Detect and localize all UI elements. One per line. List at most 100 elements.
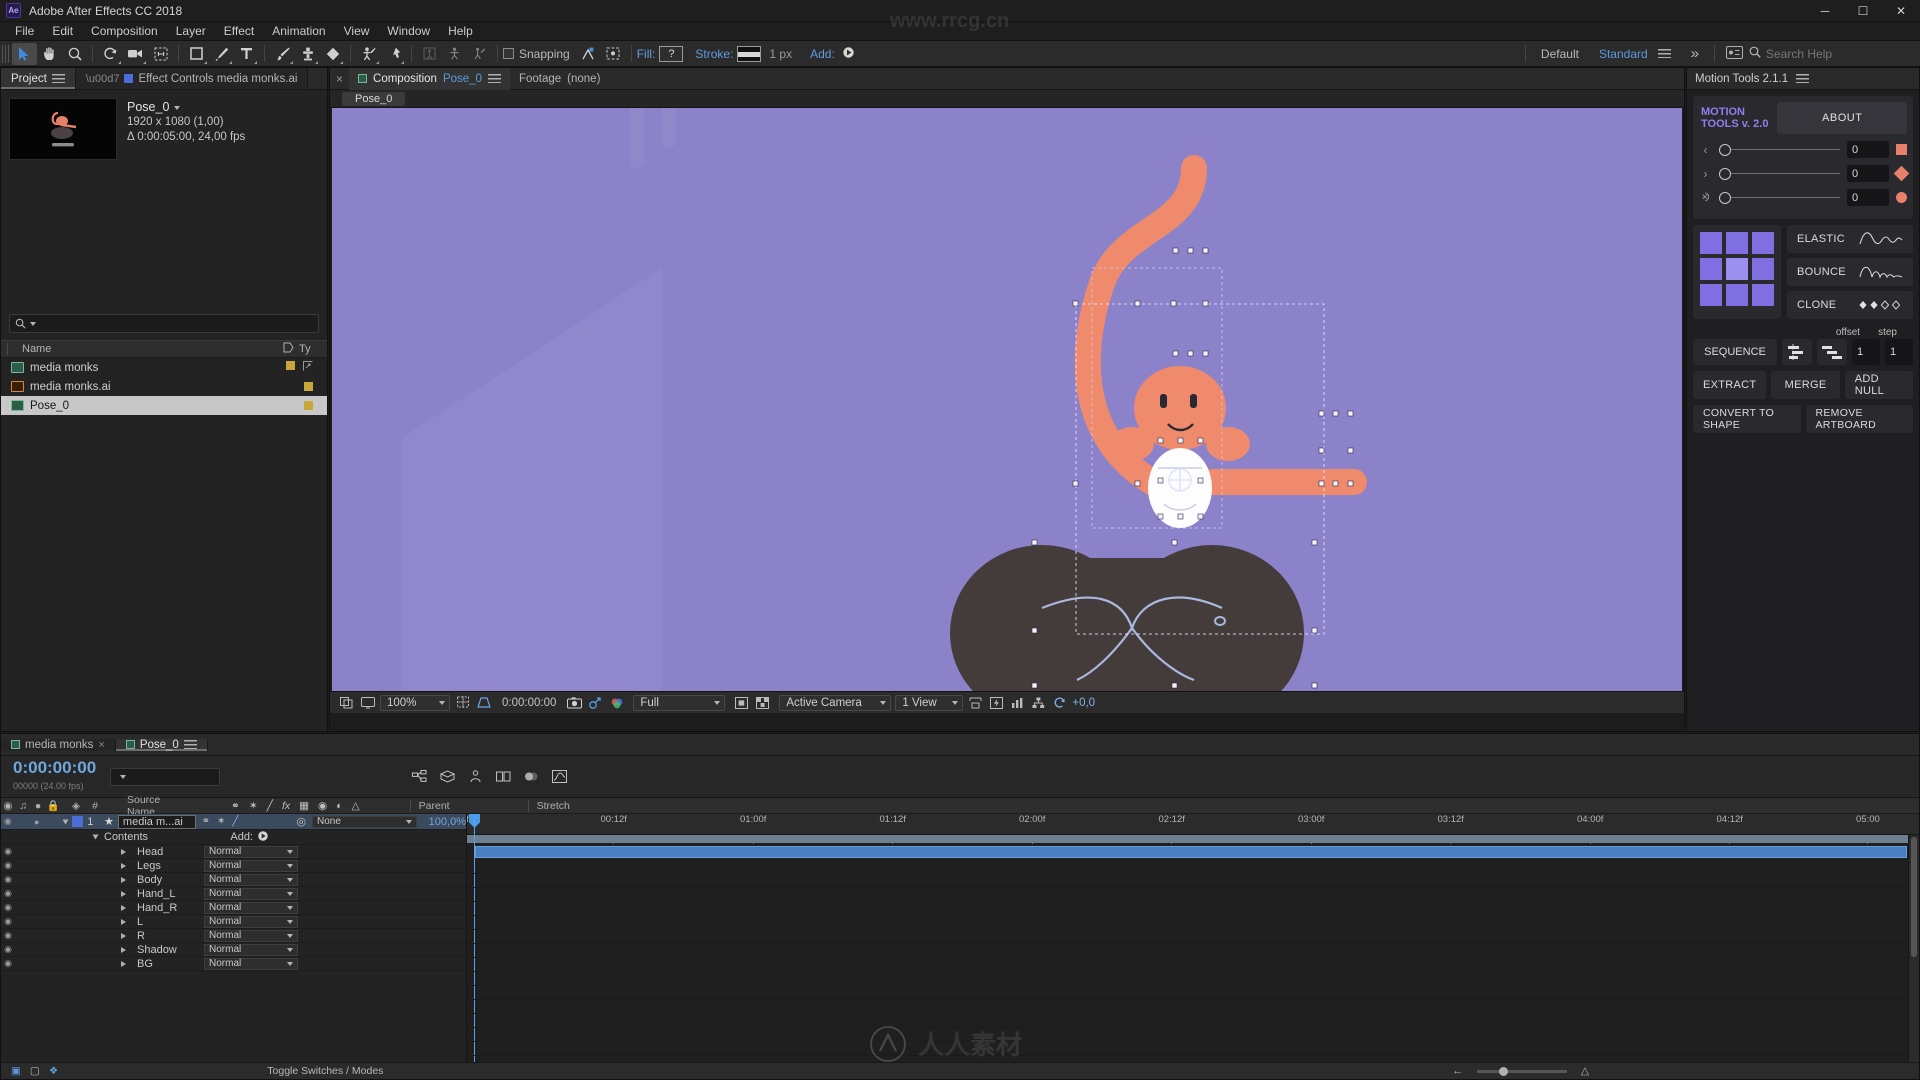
blend-mode-dropdown[interactable]: Normal xyxy=(204,859,298,872)
add-menu-icon[interactable] xyxy=(258,830,268,844)
anchor-bottom-right[interactable] xyxy=(1752,284,1774,306)
expand-group-triangle-icon[interactable] xyxy=(121,904,126,911)
timeline-graph-icon[interactable] xyxy=(1009,695,1026,710)
search-filter-chevron-down-icon[interactable] xyxy=(30,321,36,326)
layer-source-name[interactable]: media m...ai xyxy=(117,814,196,829)
anchor-bottom-left[interactable] xyxy=(1700,284,1722,306)
group-visibility-icon[interactable]: ◉ xyxy=(1,860,15,871)
group-visibility-icon[interactable]: ◉ xyxy=(1,902,15,913)
anchor-middle-left[interactable] xyxy=(1700,258,1722,280)
layer-duration-bar[interactable] xyxy=(475,846,1907,858)
shape-group-row[interactable]: ◉ L Normal xyxy=(1,915,466,929)
puppet-advanced-icon[interactable] xyxy=(467,43,492,65)
slider-knob[interactable] xyxy=(1719,191,1731,204)
menu-view[interactable]: View xyxy=(335,22,379,41)
transparency-grid-icon[interactable] xyxy=(754,695,771,710)
close-button[interactable]: ✕ xyxy=(1882,0,1920,22)
composition-tab-close-icon[interactable]: × xyxy=(330,72,349,86)
anchor-top-right[interactable] xyxy=(1752,232,1774,254)
tab-composition[interactable]: Composition Pose_0 xyxy=(349,67,510,90)
motion-blur-footer-icon[interactable]: ❖ xyxy=(49,1065,58,1077)
group-visibility-icon[interactable]: ◉ xyxy=(1,930,15,941)
work-area-bar[interactable] xyxy=(467,835,1919,843)
layer-switches[interactable]: ⚭ ✶ ╱ xyxy=(202,816,239,827)
motion-tools-menu-icon[interactable] xyxy=(1796,74,1810,83)
zoom-out-icon[interactable]: ← xyxy=(1452,1065,1463,1077)
monitor-icon[interactable] xyxy=(359,695,376,710)
column-index[interactable]: # xyxy=(87,800,103,812)
anchor-point-grid[interactable] xyxy=(1693,225,1781,319)
timeline-layer-row[interactable]: ◉ ● 1 ★ media m...ai ⚭ ✶ ╱ ◎ None 100,0% xyxy=(1,814,466,830)
ease-in-slider[interactable] xyxy=(1719,143,1840,156)
region-interest-toggle-icon[interactable] xyxy=(733,695,750,710)
group-visibility-icon[interactable]: ◉ xyxy=(1,874,15,885)
sequence-align-icon[interactable] xyxy=(1782,339,1812,365)
blend-mode-dropdown[interactable]: Normal xyxy=(204,929,298,942)
ease-in-value[interactable]: 0 xyxy=(1847,141,1889,158)
blend-mode-dropdown[interactable]: Normal xyxy=(204,957,298,970)
expand-group-triangle-icon[interactable] xyxy=(121,932,126,939)
layer-label-color[interactable] xyxy=(71,816,83,827)
eraser-tool[interactable] xyxy=(320,43,345,65)
snapshot-camera-icon[interactable] xyxy=(566,695,583,710)
snap-align-icon[interactable] xyxy=(576,43,601,65)
slider-knob[interactable] xyxy=(1719,143,1731,156)
always-preview-icon[interactable] xyxy=(338,695,355,710)
project-search-input[interactable] xyxy=(40,317,313,330)
circle-keyframe-icon[interactable] xyxy=(1896,192,1907,203)
parent-dropdown[interactable]: None xyxy=(311,815,417,828)
square-keyframe-icon[interactable] xyxy=(1896,144,1907,155)
maximize-button[interactable]: ☐ xyxy=(1844,0,1882,22)
timeline-menu-icon[interactable] xyxy=(183,740,197,749)
tab-media-monks[interactable]: media monks × xyxy=(1,738,116,751)
expand-group-triangle-icon[interactable] xyxy=(121,960,126,967)
stroke-width-value[interactable]: 1 px xyxy=(769,47,792,61)
clone-button[interactable]: CLONE xyxy=(1787,291,1913,319)
expand-group-triangle-icon[interactable] xyxy=(121,862,126,869)
blend-mode-dropdown[interactable]: Normal xyxy=(204,873,298,886)
list-item[interactable]: media monks.ai xyxy=(1,377,327,396)
step-value[interactable]: 1 xyxy=(1885,339,1913,365)
snapping-checkbox[interactable] xyxy=(503,48,514,59)
graph-editor-icon[interactable] xyxy=(550,769,568,785)
list-item[interactable]: Pose_0 xyxy=(1,396,327,415)
hide-shy-layers-icon[interactable] xyxy=(466,769,484,785)
reset-exposure-icon[interactable] xyxy=(1051,695,1068,710)
resolution-dropdown[interactable]: Full xyxy=(633,694,726,711)
shape-group-row[interactable]: ◉ Hand_L Normal xyxy=(1,887,466,901)
group-visibility-icon[interactable]: ◉ xyxy=(1,916,15,927)
expand-group-triangle-icon[interactable] xyxy=(121,876,126,883)
column-stretch[interactable]: Stretch xyxy=(527,799,570,812)
expand-group-triangle-icon[interactable] xyxy=(121,918,126,925)
minimize-button[interactable]: ─ xyxy=(1806,0,1844,22)
expand-contents-triangle-icon[interactable] xyxy=(92,834,99,840)
zoom-in-icon[interactable]: △ xyxy=(1581,1065,1589,1077)
add-null-button[interactable]: ADD NULL xyxy=(1844,371,1913,399)
workspace-more-button[interactable]: » xyxy=(1681,45,1709,62)
timeline-graph-area[interactable]: 0f00:12f01:00f01:12f02:00f02:12f03:00f03… xyxy=(467,814,1919,1062)
blend-mode-dropdown[interactable]: Normal xyxy=(204,915,298,928)
tab-effect-controls[interactable]: \u00d7 Effect Controls media monks.ai xyxy=(75,68,309,89)
menu-layer[interactable]: Layer xyxy=(167,22,215,41)
workspace-default[interactable]: Default xyxy=(1531,47,1589,61)
menu-file[interactable]: File xyxy=(6,22,43,41)
anchor-bottom-center[interactable] xyxy=(1726,284,1748,306)
bounce-button[interactable]: BOUNCE xyxy=(1787,258,1913,286)
tab-effect-controls-close-icon[interactable]: \u00d7 xyxy=(86,73,120,85)
convert-to-shape-button[interactable]: CONVERT TO SHAPE xyxy=(1693,405,1801,433)
shape-group-row[interactable]: ◉ R Normal xyxy=(1,929,466,943)
search-help-input[interactable] xyxy=(1766,46,1906,61)
workspace-menu-icon[interactable] xyxy=(1657,49,1671,58)
composition-viewer[interactable] xyxy=(330,108,1684,691)
puppet-overlap-icon[interactable] xyxy=(442,43,467,65)
solo-toggle-icon[interactable]: ● xyxy=(30,817,44,827)
anchor-middle-right[interactable] xyxy=(1752,258,1774,280)
toggle-switches-modes-button[interactable]: Toggle Switches / Modes xyxy=(267,1065,383,1077)
region-of-interest-icon[interactable] xyxy=(475,695,492,710)
parent-pickwhip-icon[interactable]: ◎ xyxy=(296,815,306,828)
draft-3d-icon[interactable] xyxy=(438,769,456,785)
extract-button[interactable]: EXTRACT xyxy=(1693,371,1767,399)
project-thumbnail[interactable] xyxy=(9,98,117,160)
menu-composition[interactable]: Composition xyxy=(82,22,167,41)
fill-swatch[interactable]: ? xyxy=(659,45,684,62)
